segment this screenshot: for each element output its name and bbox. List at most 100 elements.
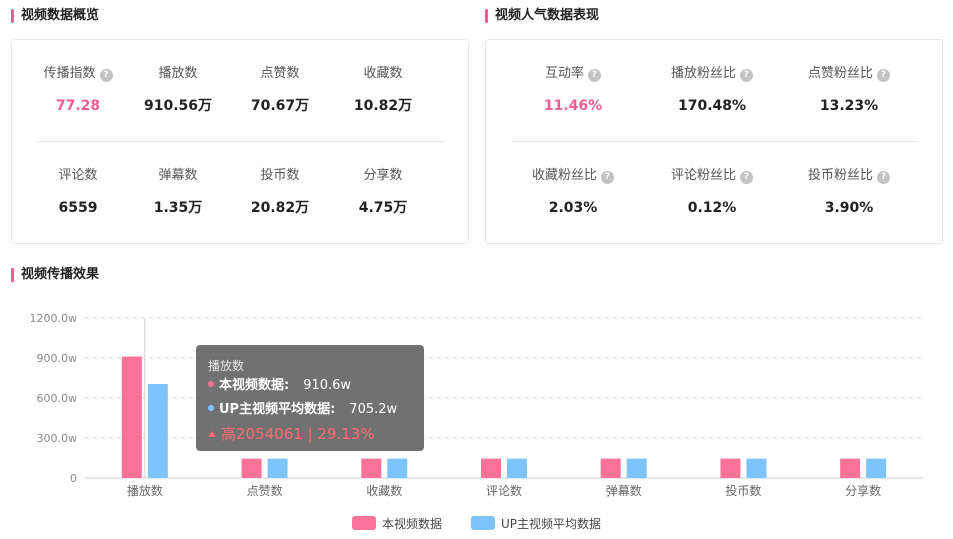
- popularity-stat-label-text: 播放粉丝比: [670, 66, 736, 81]
- chart-tooltip: 播放数 本视频数据: 910.6w UP主视频平均数据: 705.2w 高20540…: [196, 345, 424, 451]
- bar-current: [241, 458, 262, 478]
- overview-stat-value: 10.82万: [353, 98, 413, 114]
- legend-swatch-current: [352, 516, 376, 530]
- popularity-stat-label: 播放粉丝比?: [652, 65, 772, 83]
- x-tick-label: 分享数: [845, 483, 881, 498]
- overview-stat-label-text: 分享数: [363, 168, 403, 183]
- overview-stat-label-text: 投币数: [260, 168, 300, 183]
- popularity-stat-4: 评论粉丝比? 0.12%: [652, 167, 772, 217]
- overview-stat-6: 投币数 20.82万: [220, 167, 340, 217]
- legend-label-current: 本视频数据: [382, 516, 443, 531]
- popularity-stat-label-text: 互动率: [544, 66, 584, 81]
- overview-stat-7: 分享数 4.75万: [323, 167, 443, 217]
- tooltip-value-average: 705.2w: [349, 402, 398, 417]
- popularity-stat-label: 点赞粉丝比?: [789, 65, 909, 83]
- overview-stat-value: 4.75万: [358, 200, 408, 216]
- popularity-stat-label-text: 投币粉丝比: [807, 168, 873, 183]
- popularity-stat-label-text: 收藏粉丝比: [531, 168, 597, 183]
- popularity-stat-label-text: 评论粉丝比: [670, 168, 736, 183]
- popularity-stat-5: 投币粉丝比? 3.90%: [789, 167, 909, 217]
- bar-current: [481, 458, 501, 478]
- overview-stat-label: 收藏数: [323, 65, 443, 83]
- popularity-stat-2: 点赞粉丝比? 13.23%: [789, 65, 909, 115]
- bar-average: [507, 458, 527, 478]
- tooltip-label-current: 本视频数据:: [219, 378, 290, 393]
- bar-current: [840, 458, 861, 478]
- tooltip-label-average: UP主视频平均数据:: [219, 402, 336, 417]
- overview-stat-2: 点赞数 70.67万: [220, 65, 340, 115]
- overview-stat-label-text: 点赞数: [260, 66, 300, 81]
- popularity-card: 互动率? 11.46% 播放粉丝比? 170.48% 点赞粉丝比? 13.23% 收藏粉丝比…: [485, 39, 943, 244]
- legend-item-current[interactable]: 本视频数据: [352, 515, 442, 531]
- bar-average: [147, 383, 168, 478]
- y-tick-label: 900.0w: [37, 352, 78, 365]
- bar-average: [626, 458, 647, 478]
- overview-divider: [37, 141, 444, 142]
- y-tick-label: 1200.0w: [30, 312, 78, 325]
- bar-average: [746, 458, 767, 478]
- popularity-stat-3: 收藏粉丝比? 2.03%: [513, 167, 633, 217]
- tooltip-dot-current: [208, 381, 214, 387]
- x-tick-label: 播放数: [127, 483, 163, 498]
- overview-stat-value: 70.67万: [250, 98, 310, 114]
- legend-item-average[interactable]: UP主视频平均数据: [471, 515, 601, 531]
- bar-current: [720, 458, 741, 478]
- popularity-stat-value: 3.90%: [824, 200, 874, 216]
- popularity-stat-label: 互动率?: [513, 65, 633, 83]
- tooltip-row-average: UP主视频平均数据: 705.2w: [208, 398, 412, 422]
- popularity-section-title: 视频人气数据表现: [485, 8, 599, 24]
- y-tick-label: 300.0w: [37, 432, 78, 445]
- help-icon[interactable]: ?: [740, 171, 753, 184]
- popularity-stat-label: 收藏粉丝比?: [513, 167, 633, 185]
- x-tick-label: 投币数: [725, 483, 761, 498]
- help-icon[interactable]: ?: [99, 69, 113, 82]
- overview-section-title: 视频数据概览: [11, 8, 99, 24]
- help-icon[interactable]: ?: [588, 69, 601, 82]
- spread-section-title: 视频传播效果: [11, 267, 99, 283]
- overview-card: 传播指数? 77.28 播放数 910.56万 点赞数 70.67万 收藏数 10.82万 评论…: [11, 39, 469, 244]
- overview-stat-label: 投币数: [220, 167, 340, 185]
- bar-average: [267, 458, 288, 478]
- overview-stat-label-text: 播放数: [158, 66, 198, 81]
- tooltip-diff: 高2054061 | 29.13%: [208, 422, 412, 446]
- tooltip-title: 播放数: [208, 359, 245, 373]
- tooltip-row-current: 本视频数据: 910.6w: [208, 374, 412, 398]
- help-icon[interactable]: ?: [740, 69, 753, 82]
- overview-stat-label: 分享数: [323, 167, 443, 185]
- y-tick-label: 600.0w: [37, 392, 78, 405]
- bar-current: [121, 356, 142, 478]
- help-icon[interactable]: ?: [601, 171, 614, 184]
- x-tick-label: 评论数: [486, 483, 522, 498]
- x-tick-label: 点赞数: [247, 483, 283, 498]
- help-icon[interactable]: ?: [877, 171, 890, 184]
- popularity-stat-value: 11.46%: [543, 98, 603, 114]
- overview-stat-label-text: 弹幕数: [158, 168, 198, 183]
- overview-stat-value: 20.82万: [250, 200, 310, 216]
- bar-average: [866, 458, 887, 478]
- bar-average: [387, 458, 408, 478]
- help-icon[interactable]: ?: [877, 69, 890, 82]
- legend-label-average: UP主视频平均数据: [501, 516, 602, 531]
- arrow-up-icon: [208, 431, 216, 437]
- tooltip-value-current: 910.6w: [303, 378, 352, 393]
- overview-stat-label-text: 评论数: [58, 168, 98, 183]
- overview-stat-3: 收藏数 10.82万: [323, 65, 443, 115]
- popularity-stat-value: 13.23%: [819, 98, 879, 114]
- bar-current: [600, 458, 621, 478]
- overview-stat-label-text: 收藏数: [363, 66, 403, 81]
- tooltip-dot-average: [208, 405, 214, 411]
- popularity-stat-label: 投币粉丝比?: [789, 167, 909, 185]
- x-tick-label: 弹幕数: [606, 483, 642, 498]
- y-tick-label: 0: [70, 472, 77, 485]
- popularity-divider: [511, 141, 918, 142]
- popularity-stat-value: 170.48%: [677, 98, 747, 114]
- popularity-stat-value: 2.03%: [548, 200, 598, 216]
- popularity-stat-label-text: 点赞粉丝比: [807, 66, 873, 81]
- overview-stat-label: 点赞数: [220, 65, 340, 83]
- popularity-stat-value: 0.12%: [687, 200, 737, 216]
- overview-stat-label-text: 传播指数: [43, 66, 96, 81]
- x-tick-label: 收藏数: [366, 483, 402, 498]
- bar-current: [361, 458, 382, 478]
- tooltip-diff-text: 高2054061 | 29.13%: [221, 425, 375, 443]
- popularity-stat-0: 互动率? 11.46%: [513, 65, 633, 115]
